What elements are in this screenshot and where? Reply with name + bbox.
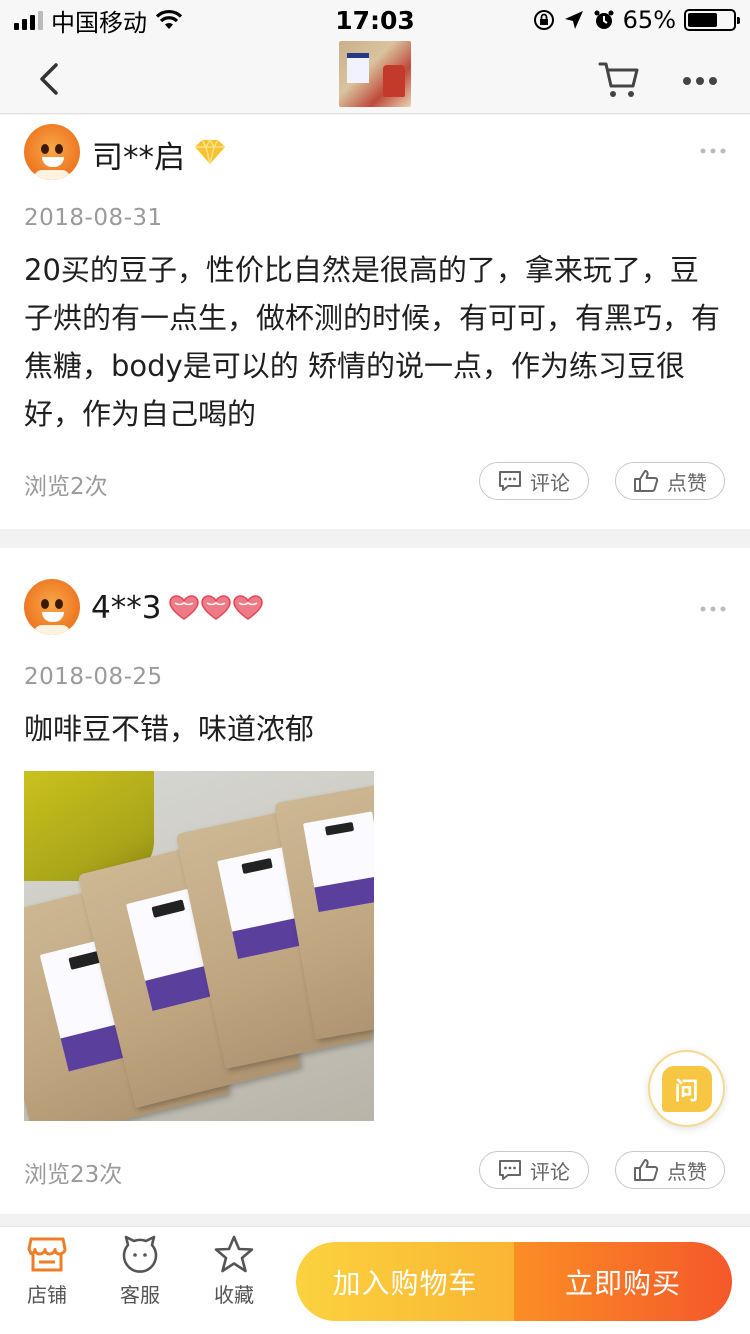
review-card: 司**启 2018-08-31 20买的豆子，性价比自然是很高的了，拿来玩了，豆…: [0, 115, 750, 529]
review-card: 4**3 2018-08-25 咖啡豆不错，味道浓郁 浏览23次 评论 点赞: [0, 548, 750, 1214]
review-username: 司**启: [92, 140, 185, 176]
comment-icon: [499, 1160, 521, 1180]
store-icon: [27, 1237, 67, 1272]
review-date: 2018-08-31: [24, 205, 163, 231]
review-more-icon[interactable]: [700, 606, 726, 612]
cart-icon[interactable]: [598, 60, 640, 100]
bottom-action-bar: 店铺 客服 收藏 加入购物车 立即购买: [0, 1226, 750, 1334]
status-bar: 中国移动 17:03 65%: [0, 0, 750, 40]
purchase-buttons: 加入购物车 立即购买: [296, 1242, 732, 1321]
like-label: 点赞: [667, 1159, 707, 1184]
star-icon: [214, 1235, 254, 1273]
thumbs-up-icon: [634, 1159, 659, 1181]
product-thumbnail[interactable]: [339, 41, 411, 107]
review-more-icon[interactable]: [700, 148, 726, 154]
review-username: 4**3: [91, 590, 162, 626]
comment-button[interactable]: 评论: [479, 1151, 589, 1189]
more-icon[interactable]: [682, 76, 718, 86]
like-button[interactable]: 点赞: [615, 1151, 725, 1189]
carrier-name: 中国移动: [51, 8, 147, 37]
add-to-cart-button[interactable]: 加入购物车: [296, 1242, 514, 1321]
buy-now-button[interactable]: 立即购买: [514, 1242, 732, 1321]
avatar[interactable]: [24, 579, 80, 635]
review-date: 2018-08-25: [24, 664, 163, 690]
location-icon: [564, 11, 583, 29]
battery-percent: 65%: [622, 6, 676, 34]
diamond-badge-icon: [195, 138, 225, 165]
view-count: 浏览23次: [24, 1162, 123, 1188]
tab-favorite-label: 收藏: [214, 1283, 254, 1307]
alarm-icon: [594, 10, 614, 29]
avatar[interactable]: [24, 124, 80, 180]
comment-button[interactable]: 评论: [479, 462, 589, 500]
comment-label: 评论: [530, 470, 570, 495]
review-text: 咖啡豆不错，味道浓郁: [24, 712, 315, 746]
nav-bar: [0, 40, 750, 114]
tab-store[interactable]: 店铺: [7, 1235, 87, 1308]
battery-level: [688, 13, 717, 27]
ask-label: 问: [661, 1065, 712, 1112]
view-count: 浏览2次: [24, 474, 108, 500]
coffee-bags-photo[interactable]: [24, 771, 374, 1121]
orientation-lock-icon: [533, 10, 554, 30]
like-label: 点赞: [667, 470, 707, 495]
tab-customer-service[interactable]: 客服: [100, 1235, 180, 1308]
ask-question-button[interactable]: 问: [648, 1050, 725, 1127]
tab-favorite[interactable]: 收藏: [194, 1235, 274, 1308]
heart-badge-icon: [169, 595, 263, 620]
back-icon[interactable]: [34, 62, 68, 96]
like-button[interactable]: 点赞: [615, 462, 725, 500]
comment-label: 评论: [530, 1159, 570, 1184]
tab-customer-service-label: 客服: [120, 1283, 160, 1307]
signal-icon: [14, 10, 43, 30]
wifi-icon: [155, 9, 183, 29]
customer-service-icon: [122, 1235, 158, 1273]
battery-icon: [684, 9, 740, 31]
review-text: 20买的豆子，性价比自然是很高的了，拿来玩了，豆子烘的有一点生，做杯测的时候，有…: [24, 253, 721, 431]
tab-store-label: 店铺: [27, 1283, 67, 1307]
comment-icon: [499, 471, 521, 491]
thumbs-up-icon: [634, 470, 659, 492]
